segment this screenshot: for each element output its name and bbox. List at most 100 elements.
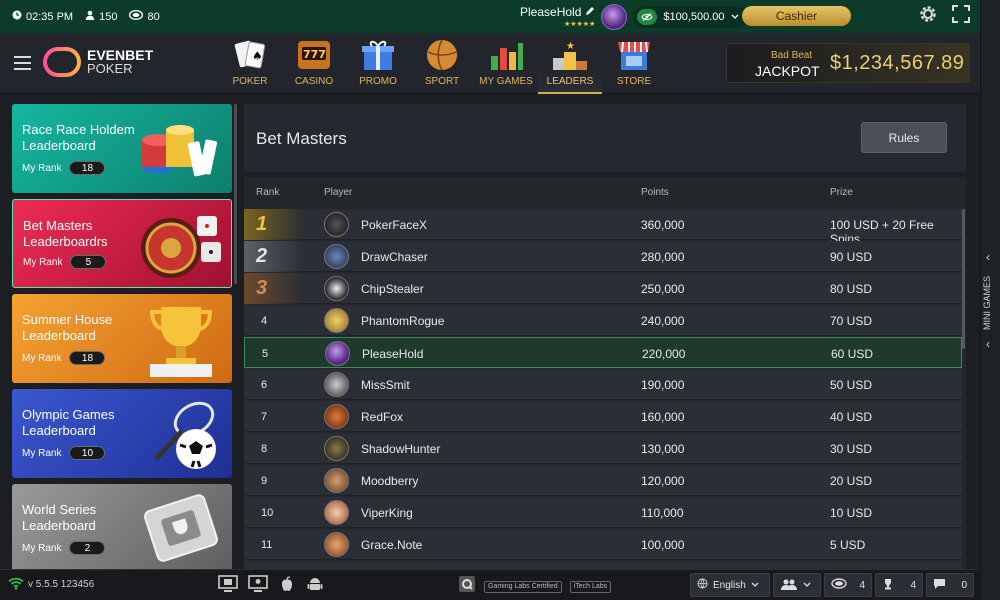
rank-number: 8 xyxy=(261,442,268,455)
leaderboard-card-world-series[interactable]: World Series Leaderboard My Rank 2 xyxy=(12,484,232,569)
bottom-controls: English 4 4 0 xyxy=(690,573,974,597)
open-tables-counter[interactable]: 4 xyxy=(824,573,872,597)
leaderboard-card-title: Olympic Games Leaderboard xyxy=(22,407,115,438)
leaderboard-card-race-race-holdem[interactable]: Race Race Holdem Leaderboard My Rank 18 xyxy=(12,104,232,193)
my-rank-label: My Rank xyxy=(22,447,62,459)
globe-icon xyxy=(697,578,708,592)
chevron-down-icon xyxy=(751,580,759,591)
wifi-icon xyxy=(8,577,24,595)
chevron-down-icon[interactable] xyxy=(731,11,739,23)
messages-count: 0 xyxy=(961,579,967,591)
player-name: PleaseHold xyxy=(362,347,424,361)
bad-beat-jackpot[interactable]: Bad Beat JACKPOT $1,234,567.89 xyxy=(726,43,970,83)
nav-poker[interactable]: ♠ POKER xyxy=(218,33,282,94)
nav-label: STORE xyxy=(616,76,652,87)
svg-text:♠: ♠ xyxy=(252,49,263,63)
nav-store[interactable]: STORE xyxy=(602,33,666,94)
leaderboard-card-summer-house[interactable]: Summer House Leaderboard My Rank 18 xyxy=(12,294,232,383)
desktop-mac-icon[interactable] xyxy=(248,575,268,598)
table-row[interactable]: 6 MissSmit 190,000 50 USD xyxy=(244,369,962,400)
my-rank-label: My Rank xyxy=(23,256,63,268)
player-points: 280,000 xyxy=(641,250,685,264)
avatar xyxy=(324,372,349,397)
apple-icon[interactable] xyxy=(278,575,296,598)
desktop-windows-icon[interactable] xyxy=(218,575,238,598)
poker-cards-icon: ♠ xyxy=(231,37,269,73)
rank-number: 5 xyxy=(262,347,269,360)
store-icon xyxy=(615,37,653,73)
edit-icon[interactable] xyxy=(585,5,595,19)
nav-my-games[interactable]: MY GAMES xyxy=(474,33,538,94)
nav-label: LEADERS xyxy=(546,76,594,87)
table-row[interactable]: 4 PhantomRogue 240,000 70 USD xyxy=(244,305,962,336)
nav-sport[interactable]: SPORT xyxy=(410,33,474,94)
table-row[interactable]: 1 PokerFaceX 360,000 100 USD + 20 Free S… xyxy=(244,209,962,246)
nav-label: PROMO xyxy=(359,76,397,87)
table-row-current-user[interactable]: 5 PleaseHold 220,000 60 USD xyxy=(244,337,962,368)
podium-icon: ★ xyxy=(551,37,589,73)
player-points: 120,000 xyxy=(641,474,685,488)
table-row[interactable] xyxy=(244,561,962,569)
messages-counter[interactable]: 0 xyxy=(926,573,974,597)
top-status-bar: 02:35 PM 150 80 PleaseHold ★★★★★ $100,50… xyxy=(0,0,980,33)
gear-icon[interactable] xyxy=(918,4,938,29)
leaderboard-card-title: Race Race Holdem Leaderboard xyxy=(22,122,135,153)
player-name: Moodberry xyxy=(361,474,419,488)
table-row[interactable]: 8 ShadowHunter 130,000 30 USD xyxy=(244,433,962,464)
table-row[interactable]: 3 ChipStealer 250,000 80 USD xyxy=(244,273,962,304)
language-select[interactable]: English xyxy=(690,573,770,597)
balance-widget[interactable]: $100,500.00 xyxy=(633,5,747,28)
ticket-icon xyxy=(136,492,226,567)
svg-text:★: ★ xyxy=(566,41,575,52)
my-rank-value: 2 xyxy=(69,541,106,555)
player-name: Grace.Note xyxy=(361,538,423,552)
players-dropdown[interactable] xyxy=(773,573,821,597)
player-points: 240,000 xyxy=(641,314,685,328)
tournaments-counter[interactable]: 4 xyxy=(875,573,923,597)
roulette-icon xyxy=(135,208,225,283)
trophy-icon xyxy=(136,302,226,377)
player-prize: 10 USD xyxy=(830,506,873,520)
table-scrollbar[interactable] xyxy=(962,209,965,349)
player-name: MissSmit xyxy=(361,378,410,392)
menu-icon[interactable] xyxy=(14,56,31,70)
table-row[interactable]: 10 ViperKing 110,000 10 USD xyxy=(244,497,962,528)
table-row[interactable]: 11 Grace.Note 100,000 5 USD xyxy=(244,529,962,560)
table-row[interactable]: 9 Moodberry 120,000 20 USD xyxy=(244,465,962,496)
player-name: DrawChaser xyxy=(361,250,428,264)
evenbet-logo[interactable]: EVENBET POKER xyxy=(43,47,153,77)
eye-icon[interactable] xyxy=(637,8,658,25)
leaderboard-card-olympic-games[interactable]: Olympic Games Leaderboard My Rank 10 xyxy=(12,389,232,478)
bottom-bar: v 5.5.5 123456 Gaming Labs Certified iTe… xyxy=(0,569,980,600)
nav-promo[interactable]: PROMO xyxy=(346,33,410,94)
trophy-icon xyxy=(882,578,894,593)
player-prize: 5 USD xyxy=(830,538,866,552)
language-label: English xyxy=(713,579,746,591)
nav-leaders[interactable]: ★ LEADERS xyxy=(538,33,602,94)
active-tables: 80 xyxy=(129,10,160,23)
chevron-left-icon[interactable]: ‹ xyxy=(986,337,990,351)
android-icon[interactable] xyxy=(306,575,324,598)
itech-labs-badge: iTech Labs xyxy=(569,580,612,593)
mini-games-strip[interactable]: ‹ MINI GAMES ‹ xyxy=(980,0,1000,600)
user-block[interactable]: PleaseHold ★★★★★ xyxy=(520,5,595,28)
player-name: ChipStealer xyxy=(361,282,424,296)
player-name: PhantomRogue xyxy=(361,314,445,328)
avatar xyxy=(324,276,349,301)
silver-medal-rank: 2 xyxy=(256,245,268,267)
table-icon xyxy=(831,578,847,592)
cashier-button[interactable]: Cashier xyxy=(742,6,851,26)
fullscreen-icon[interactable] xyxy=(952,5,970,28)
chevron-left-icon[interactable]: ‹ xyxy=(986,250,990,264)
rules-button[interactable]: Rules xyxy=(861,122,947,153)
my-rank-value: 18 xyxy=(69,161,106,175)
user-avatar[interactable] xyxy=(601,3,628,30)
sidebar-scrollbar[interactable] xyxy=(234,104,237,284)
player-points: 110,000 xyxy=(641,506,684,520)
table-row[interactable]: 7 RedFox 160,000 40 USD xyxy=(244,401,962,432)
leaderboard-card-bet-masters[interactable]: Bet Masters Leaderboardrs My Rank 5 xyxy=(12,199,232,288)
table-row[interactable]: 2 DrawChaser 280,000 90 USD xyxy=(244,241,962,272)
player-prize: 20 USD xyxy=(830,474,873,488)
nav-casino[interactable]: 777 CASINO xyxy=(282,33,346,94)
users-group-icon xyxy=(780,578,798,593)
